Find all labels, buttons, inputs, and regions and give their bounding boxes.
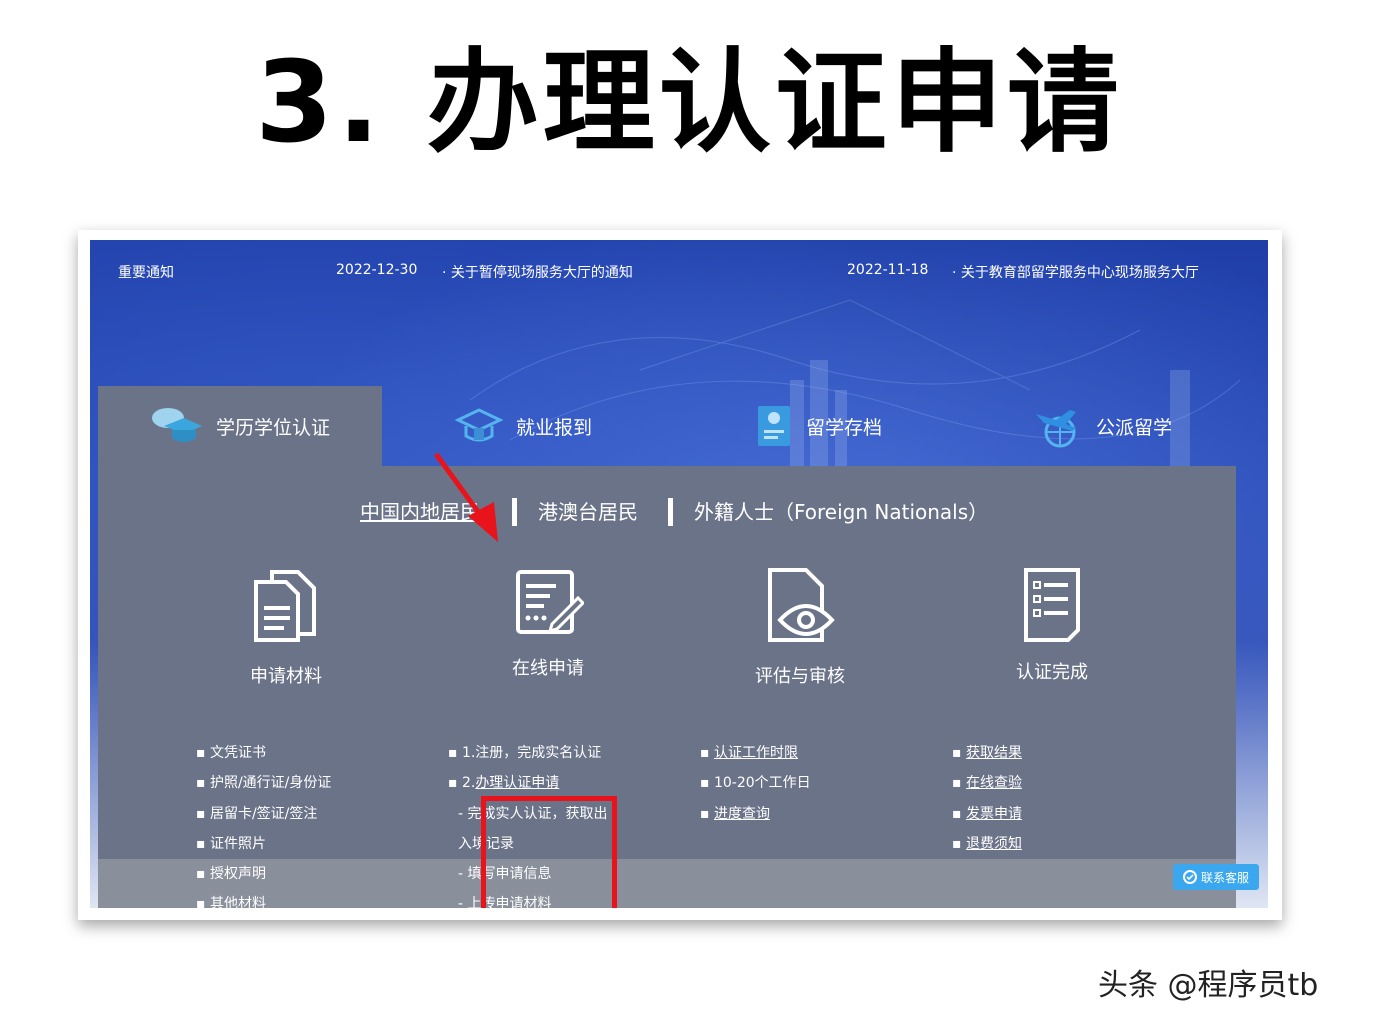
watermark: 头条 @程序员tb (1098, 968, 1319, 1003)
notice-link-1[interactable]: · 关于暂停现场服务大厅的通知 (442, 262, 633, 282)
list-item: ▪ 证件照片 (196, 835, 266, 852)
list-item: ▪ 文凭证书 (196, 745, 266, 761)
region-tabs: 中国内地居民 港澳台居民 外籍人士（Foreign Nationals） (98, 496, 1236, 526)
list-item[interactable]: ▪ 获取结果 (952, 738, 1022, 768)
step-label: 在线申请 (512, 658, 584, 679)
tab-study-archive[interactable]: 留学存档 (754, 386, 974, 466)
screenshot-frame: 重要通知 2022-12-30 · 关于暂停现场服务大厅的通知 2022-11-… (78, 230, 1282, 920)
materials-list: ▪ 文凭证书 ▪ 护照/通行证/身份证 ▪ 居留卡/签证/签注 ▪ 证件照片 ▪… (196, 738, 331, 908)
list-item[interactable]: ▪ 退费须知 (952, 829, 1022, 859)
review-eye-icon (768, 568, 835, 642)
step-materials[interactable]: 申请材料 (206, 566, 366, 688)
tab-label: 公派留学 (1096, 416, 1173, 439)
notice-link-2[interactable]: · 关于教育部留学服务中心现场服务大厅 (952, 262, 1199, 282)
step-label: 认证完成 (1016, 662, 1088, 683)
list-item[interactable]: ▪ 认证工作时限 (700, 738, 811, 768)
region-separator (668, 498, 673, 526)
checklist-icon (1024, 568, 1080, 642)
red-arrow-icon (433, 452, 498, 542)
list-item: ▪ 授权声明 (196, 866, 266, 883)
documents-icon (254, 570, 316, 642)
tab-label: 留学存档 (806, 416, 883, 439)
list-item[interactable]: ▪ 在线查验 (952, 768, 1022, 798)
customer-service-button[interactable]: 联系客服 (1173, 864, 1259, 890)
region-tab-hk-macao-taiwan[interactable]: 港澳台居民 (538, 496, 638, 525)
tab-government-sponsored[interactable]: 公派留学 (1034, 386, 1254, 466)
job-report-icon (454, 408, 504, 442)
service-tabs: 学历学位认证 就业报到 留学存档 公派留学 (98, 386, 1268, 466)
region-tab-foreign[interactable]: 外籍人士（Foreign Nationals） (694, 496, 988, 525)
archive-icon (758, 406, 790, 446)
notice-date-2: 2022-11-18 (847, 262, 929, 278)
step-verification-complete[interactable]: 认证完成 (972, 566, 1132, 684)
notice-label: 重要通知 (118, 265, 174, 281)
airplane-globe-icon (1036, 410, 1076, 448)
tab-degree-verification[interactable]: 学历学位认证 (98, 386, 382, 466)
progress-query-link[interactable]: 进度查询 (714, 806, 770, 822)
website-screen: 重要通知 2022-12-30 · 关于暂停现场服务大厅的通知 2022-11-… (90, 240, 1268, 908)
refund-link[interactable]: 退费须知 (966, 836, 1022, 852)
list-item: ▪ 居留卡/签证/签注 (196, 805, 318, 822)
list-item: ▪ 护照/通行证/身份证 (196, 775, 332, 792)
get-result-link[interactable]: 获取结果 (966, 745, 1022, 761)
service-panel: 中国内地居民 港澳台居民 外籍人士（Foreign Nationals） 申请材… (98, 452, 1236, 908)
invoice-link[interactable]: 发票申请 (966, 806, 1022, 822)
step-label: 评估与审核 (755, 666, 845, 687)
step-evaluation-review[interactable]: 评估与审核 (720, 566, 880, 688)
list-item[interactable]: ▪ 2.办理认证申请 (448, 768, 608, 798)
online-verify-link[interactable]: 在线查验 (966, 775, 1022, 791)
complete-list: ▪ 获取结果 ▪ 在线查验 ▪ 发票申请 ▪ 退费须知 (952, 738, 1022, 859)
list-item: ▪ 1.注册，完成实名认证 (448, 745, 602, 761)
list-item[interactable]: ▪ 发票申请 (952, 799, 1022, 829)
notice-date-1: 2022-12-30 (336, 262, 418, 278)
list-item: ▪ 10-20个工作日 (700, 775, 811, 792)
tab-label: 就业报到 (516, 416, 593, 439)
online-form-icon (516, 570, 584, 634)
tab-label: 学历学位认证 (215, 416, 330, 439)
apply-link[interactable]: 办理认证申请 (475, 775, 559, 791)
red-highlight-box (481, 796, 617, 908)
region-separator (512, 498, 517, 526)
slide-title: 3. 办理认证申请 (255, 38, 1123, 168)
list-item[interactable]: ▪ 进度查询 (700, 799, 811, 829)
notice-bar: 重要通知 2022-12-30 · 关于暂停现场服务大厅的通知 2022-11-… (90, 258, 1268, 282)
step-online-application[interactable]: 在线申请 (468, 566, 628, 680)
customer-service-label: 联系客服 (1200, 870, 1249, 885)
review-list: ▪ 认证工作时限 ▪ 10-20个工作日 ▪ 进度查询 (700, 738, 811, 829)
graduation-cap-icon (151, 408, 202, 442)
work-time-link[interactable]: 认证工作时限 (714, 745, 798, 761)
list-item: ▪ 其他材料 (196, 896, 266, 908)
step-label: 申请材料 (250, 666, 322, 687)
chat-bubble-icon (1182, 870, 1197, 884)
